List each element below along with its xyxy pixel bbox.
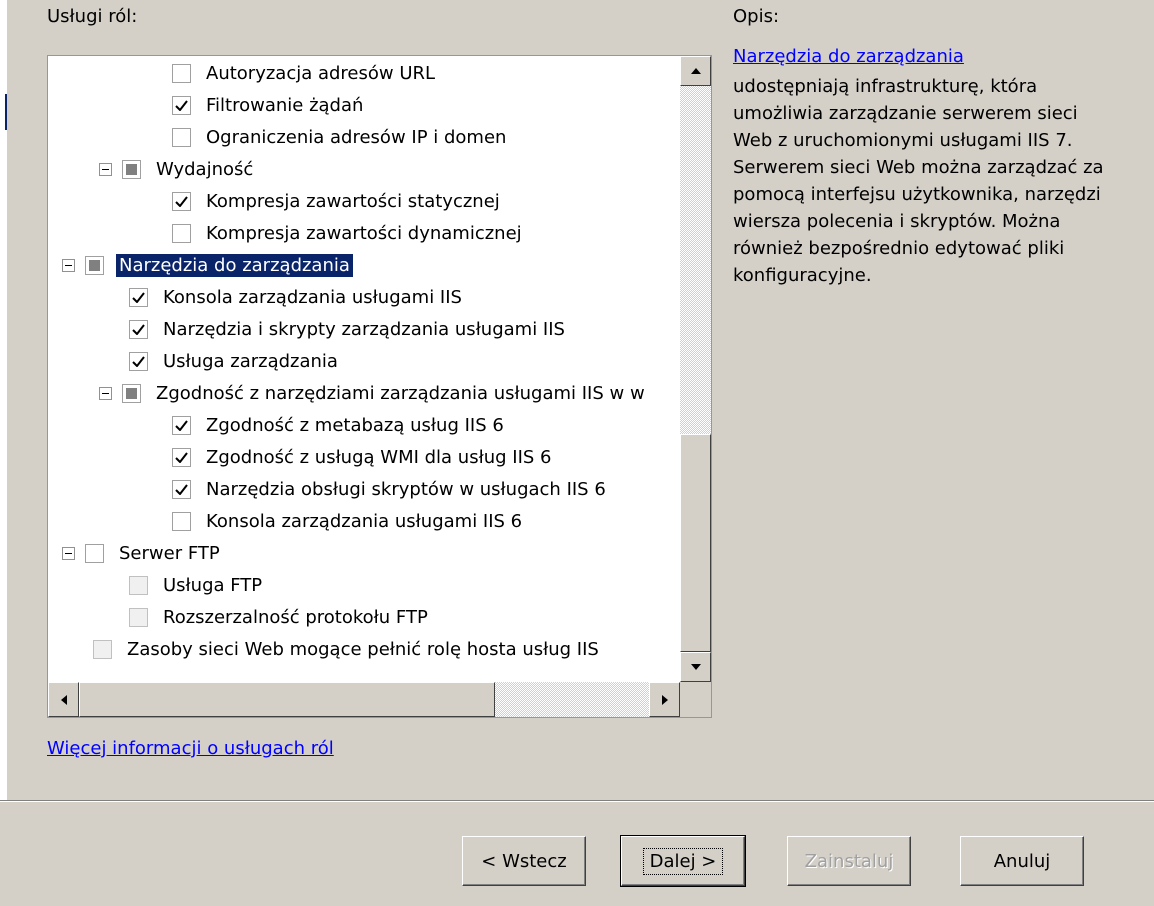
tree-item[interactable]: Ograniczenia adresów IP i domen (172, 122, 509, 152)
role-services-tree[interactable]: Autoryzacja adresów URL Filtrowanie żądań… (47, 55, 712, 718)
tree-item[interactable]: Usługa FTP (129, 570, 265, 600)
tree-item[interactable]: Narzędzia obsługi skryptów w usługach II… (172, 474, 609, 504)
tree-item-label: Autoryzacja adresów URL (206, 62, 436, 84)
tree-item[interactable]: Konsola zarządzania usługami IIS (129, 282, 465, 312)
vertical-scroll-thumb[interactable] (680, 434, 711, 652)
collapse-icon[interactable] (62, 258, 75, 272)
next-button[interactable]: Dalej > (620, 835, 746, 887)
focus-marker (5, 94, 7, 130)
tree-item-checkbox[interactable] (172, 479, 191, 499)
checkmark-icon (175, 195, 188, 207)
checkmark-icon (132, 291, 145, 303)
checkmark-icon (175, 483, 188, 495)
tree-item-label: Narzędzia obsługi skryptów w usługach II… (206, 478, 606, 500)
tree-item-checkbox[interactable] (85, 543, 104, 563)
tree-item-checkbox[interactable] (172, 223, 191, 243)
checkmark-icon (175, 99, 188, 111)
tree-item[interactable]: Zgodność z metabazą usług IIS 6 (172, 410, 507, 440)
scroll-right-button[interactable] (649, 682, 680, 717)
tree-item[interactable]: Narzędzia do zarządzania (62, 250, 353, 280)
role-services-title: Usługi ról: (47, 6, 138, 27)
description-text: udostępniają infrastrukturę, która umożl… (733, 76, 1104, 286)
tree-item[interactable]: Filtrowanie żądań (172, 90, 366, 120)
tree-item-label: Zgodność z metabazą usług IIS 6 (206, 414, 504, 436)
tree-item-checkbox[interactable] (172, 191, 191, 211)
cancel-button[interactable]: Anuluj (960, 836, 1084, 886)
tree-item-checkbox[interactable] (129, 575, 148, 595)
tree-item-label: Rozszerzalność protokołu FTP (163, 606, 428, 628)
tree-item-label: Filtrowanie żądań (206, 94, 364, 116)
tree-item-label: Kompresja zawartości statycznej (206, 190, 500, 212)
tree-item-label: Wydajność (156, 158, 254, 180)
tree-items: Autoryzacja adresów URL Filtrowanie żądań… (48, 56, 680, 682)
arrow-down-icon (690, 664, 701, 670)
tree-item[interactable]: Narzędzia i skrypty zarządzania usługami… (129, 314, 568, 344)
tree-item-label: Ograniczenia adresów IP i domen (206, 126, 507, 148)
tree-item-checkbox[interactable] (172, 511, 191, 531)
tree-item[interactable]: Wydajność (99, 154, 256, 184)
tree-item-label: Serwer FTP (119, 542, 220, 564)
tree-item-label: Zgodność z usługą WMI dla usług IIS 6 (206, 446, 552, 468)
arrow-right-icon (661, 694, 668, 705)
tree-item-checkbox[interactable] (129, 319, 148, 339)
tree-item[interactable]: Autoryzacja adresów URL (172, 58, 438, 88)
tree-item-label: Usługa zarządzania (163, 350, 338, 372)
tree-item[interactable]: Zasoby sieci Web mogące pełnić rolę host… (93, 634, 602, 664)
tree-item[interactable]: Zgodność z narzędziami zarządzania usług… (99, 378, 648, 408)
tree-item-label: Narzędzia do zarządzania (116, 253, 353, 277)
tree-item[interactable]: Rozszerzalność protokołu FTP (129, 602, 431, 632)
tree-item-checkbox[interactable] (172, 447, 191, 467)
more-info-link[interactable]: Więcej informacji o usługach ról (47, 738, 334, 759)
tree-item-checkbox[interactable] (172, 127, 191, 147)
footer-separator (0, 800, 1154, 802)
tree-item-label: Konsola zarządzania usługami IIS (163, 286, 462, 308)
checkmark-icon (175, 451, 188, 463)
tree-item[interactable]: Serwer FTP (62, 538, 223, 568)
tree-item-checkbox[interactable] (129, 607, 148, 627)
tree-item-checkbox[interactable] (129, 351, 148, 371)
window-left-edge (0, 0, 7, 800)
tree-item[interactable]: Zgodność z usługą WMI dla usług IIS 6 (172, 442, 554, 472)
tree-item-label: Konsola zarządzania usługami IIS 6 (206, 510, 523, 532)
tree-item-checkbox[interactable] (85, 255, 104, 275)
tree-item-checkbox[interactable] (172, 63, 191, 83)
scroll-down-button[interactable] (680, 652, 711, 682)
horizontal-scrollbar[interactable] (48, 682, 680, 717)
tree-item-label: Zgodność z narzędziami zarządzania usług… (156, 382, 645, 404)
tree-item-checkbox[interactable] (122, 159, 141, 179)
checkmark-icon (132, 355, 145, 367)
tree-item-label: Zasoby sieci Web mogące pełnić rolę host… (127, 638, 599, 660)
back-button[interactable]: < Wstecz (462, 836, 586, 886)
tree-item-checkbox[interactable] (129, 287, 148, 307)
tree-item-checkbox[interactable] (172, 415, 191, 435)
checkmark-icon (132, 323, 145, 335)
tree-item-checkbox[interactable] (122, 383, 141, 403)
scroll-left-button[interactable] (48, 682, 79, 717)
description-link[interactable]: Narzędzia do zarządzania (733, 46, 964, 67)
vertical-scrollbar[interactable] (680, 56, 711, 682)
tree-item-label: Narzędzia i skrypty zarządzania usługami… (163, 318, 565, 340)
install-button[interactable]: Zainstaluj (787, 836, 911, 886)
scroll-up-button[interactable] (680, 56, 711, 86)
tree-item-label: Kompresja zawartości dynamicznej (206, 222, 522, 244)
tree-item[interactable]: Usługa zarządzania (129, 346, 341, 376)
tree-item-checkbox[interactable] (93, 639, 112, 659)
tree-item-checkbox[interactable] (172, 95, 191, 115)
tree-item[interactable]: Kompresja zawartości dynamicznej (172, 218, 525, 248)
tree-item-label: Usługa FTP (163, 574, 263, 596)
collapse-icon[interactable] (99, 162, 112, 176)
tree-item[interactable]: Konsola zarządzania usługami IIS 6 (172, 506, 525, 536)
arrow-left-icon (60, 694, 67, 705)
description-title: Opis: (733, 6, 780, 27)
arrow-up-icon (690, 68, 701, 74)
scrollbar-corner (680, 682, 711, 717)
collapse-icon[interactable] (62, 546, 75, 560)
collapse-icon[interactable] (99, 386, 112, 400)
horizontal-scroll-thumb[interactable] (79, 682, 495, 717)
checkmark-icon (175, 419, 188, 431)
tree-item[interactable]: Kompresja zawartości statycznej (172, 186, 503, 216)
